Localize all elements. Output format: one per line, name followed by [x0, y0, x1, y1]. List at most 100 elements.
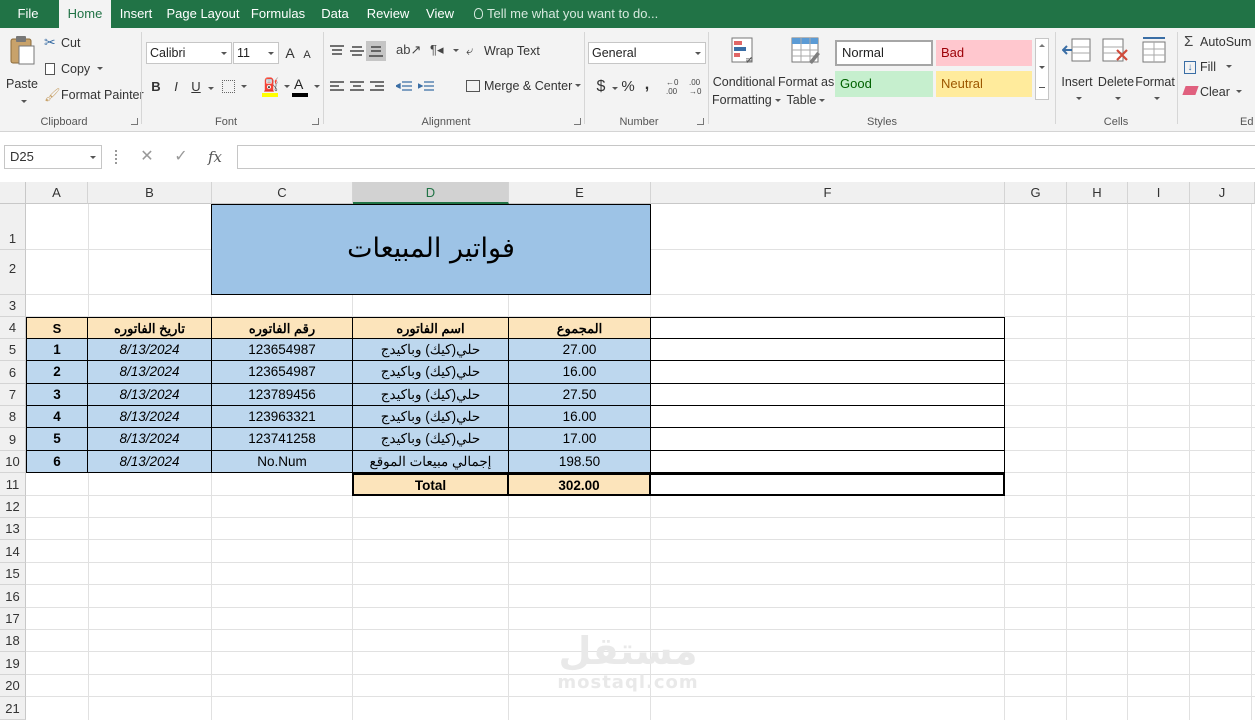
- tab-page-layout[interactable]: Page Layout: [163, 0, 243, 28]
- row-header-12[interactable]: 12: [0, 496, 26, 518]
- invoice-date-cell[interactable]: 8/13/2024: [88, 406, 212, 428]
- invoice-number-cell[interactable]: 123789456: [212, 384, 353, 406]
- invoice-total-cell[interactable]: 16.00: [509, 406, 651, 428]
- font-name-combo[interactable]: Calibri: [146, 42, 232, 64]
- align-middle-icon[interactable]: [350, 45, 364, 57]
- number-format-combo[interactable]: General: [588, 42, 706, 64]
- tab-data[interactable]: Data: [313, 0, 357, 28]
- fill-color-button[interactable]: ⛽: [262, 77, 290, 98]
- number-launcher-icon[interactable]: [697, 118, 704, 125]
- empty-cell-f[interactable]: [651, 361, 1005, 384]
- row-number-cell[interactable]: 1: [26, 339, 88, 361]
- autosum-button[interactable]: Σ AutoSum: [1183, 33, 1255, 52]
- grow-font-button[interactable]: A: [283, 42, 297, 64]
- invoice-number-cell[interactable]: 123963321: [212, 406, 353, 428]
- column-header-a[interactable]: A: [26, 182, 88, 204]
- row-header-7[interactable]: 7: [0, 384, 26, 406]
- style-good[interactable]: Good: [835, 71, 933, 97]
- format-painter-button[interactable]: 🖌 Format Painter: [44, 87, 144, 105]
- fill-button[interactable]: ↓ Fill: [1183, 59, 1243, 77]
- column-header-h[interactable]: H: [1067, 182, 1128, 204]
- align-left-icon[interactable]: [330, 81, 344, 93]
- invoice-name-cell[interactable]: حلي(كيك) وباكيدج: [353, 339, 509, 361]
- header-cell-name[interactable]: اسم الفاتوره: [353, 317, 509, 339]
- formula-input[interactable]: [237, 145, 1255, 169]
- column-header-f[interactable]: F: [651, 182, 1005, 204]
- align-right-icon[interactable]: [370, 81, 384, 93]
- header-cell-total[interactable]: المجموع: [509, 317, 651, 339]
- tab-formulas[interactable]: Formulas: [247, 0, 309, 28]
- cancel-entry-icon[interactable]: ✕: [136, 145, 158, 169]
- increase-indent-icon[interactable]: [418, 81, 434, 93]
- invoice-name-cell[interactable]: حلي(كيك) وباكيدج: [353, 406, 509, 428]
- row-header-11[interactable]: 11: [0, 473, 26, 496]
- total-value-cell[interactable]: 302.00: [507, 473, 651, 496]
- font-launcher-icon[interactable]: [312, 118, 319, 125]
- tab-home[interactable]: Home: [59, 0, 111, 29]
- row-header-21[interactable]: 21: [0, 697, 26, 720]
- tab-insert[interactable]: Insert: [113, 0, 159, 28]
- empty-cell-f[interactable]: [651, 339, 1005, 361]
- clear-button[interactable]: Clear: [1182, 84, 1249, 102]
- sheet-title-cell[interactable]: فواتير المبيعات: [211, 204, 651, 295]
- invoice-total-cell[interactable]: 16.00: [509, 361, 651, 384]
- column-header-i[interactable]: I: [1128, 182, 1190, 204]
- row-header-8[interactable]: 8: [0, 406, 26, 428]
- decrease-indent-icon[interactable]: [396, 81, 412, 93]
- invoice-name-cell[interactable]: حلي(كيك) وباكيدج: [353, 384, 509, 406]
- italic-button[interactable]: I: [168, 76, 184, 98]
- tab-view[interactable]: View: [419, 0, 461, 28]
- row-header-5[interactable]: 5: [0, 339, 26, 361]
- column-header-d[interactable]: D: [353, 182, 509, 204]
- copy-button[interactable]: Copy: [44, 61, 106, 79]
- shrink-font-button[interactable]: A: [301, 44, 313, 66]
- borders-button[interactable]: [222, 80, 248, 96]
- invoice-number-cell[interactable]: 123654987: [212, 361, 353, 384]
- column-header-g[interactable]: G: [1005, 182, 1067, 204]
- select-all-corner[interactable]: [0, 182, 26, 204]
- row-number-cell[interactable]: 2: [26, 361, 88, 384]
- align-top-icon[interactable]: [330, 45, 344, 57]
- invoice-number-cell[interactable]: 123741258: [212, 428, 353, 451]
- row-header-18[interactable]: 18: [0, 630, 26, 652]
- row-header-14[interactable]: 14: [0, 540, 26, 563]
- format-cells-button[interactable]: Format: [1135, 34, 1175, 114]
- alignment-launcher-icon[interactable]: [574, 118, 581, 125]
- invoice-total-cell[interactable]: 198.50: [509, 451, 651, 473]
- style-neutral[interactable]: Neutral: [936, 71, 1032, 97]
- row-number-cell[interactable]: 3: [26, 384, 88, 406]
- column-header-b[interactable]: B: [88, 182, 212, 204]
- conditional-formatting-button[interactable]: ≠ Conditional Formatting: [712, 34, 781, 114]
- invoice-total-cell[interactable]: 17.00: [509, 428, 651, 451]
- align-bottom-button[interactable]: [366, 41, 386, 61]
- insert-function-icon[interactable]: fx: [204, 145, 226, 169]
- align-center-icon[interactable]: [350, 81, 364, 93]
- decrease-decimal-icon[interactable]: .00 →0: [689, 78, 701, 96]
- invoice-total-cell[interactable]: 27.00: [509, 339, 651, 361]
- empty-cell-f[interactable]: [651, 451, 1005, 473]
- row-header-15[interactable]: 15: [0, 563, 26, 585]
- header-cell-date[interactable]: تاريخ الفاتوره: [88, 317, 212, 339]
- column-header-e[interactable]: E: [509, 182, 651, 204]
- style-normal[interactable]: Normal: [835, 40, 933, 66]
- bold-button[interactable]: B: [148, 76, 164, 98]
- rtl-direction-button[interactable]: ¶◂: [430, 42, 459, 60]
- insert-cells-button[interactable]: Insert: [1058, 34, 1096, 114]
- delete-cells-button[interactable]: Delete: [1097, 34, 1135, 114]
- invoice-date-cell[interactable]: 8/13/2024: [88, 384, 212, 406]
- empty-cell-f[interactable]: [651, 384, 1005, 406]
- style-bad[interactable]: Bad: [936, 40, 1032, 66]
- font-color-button[interactable]: A: [292, 76, 320, 98]
- row-number-cell[interactable]: 5: [26, 428, 88, 451]
- row-number-cell[interactable]: 6: [26, 451, 88, 473]
- merge-center-button[interactable]: Merge & Center: [466, 78, 584, 96]
- underline-dropdown-icon[interactable]: [208, 87, 214, 90]
- font-size-combo[interactable]: 11: [233, 42, 279, 64]
- cut-button[interactable]: ✂ Cut: [44, 34, 100, 53]
- tab-file[interactable]: File: [0, 0, 56, 28]
- invoice-name-cell[interactable]: حلي(كيك) وباكيدج: [353, 428, 509, 451]
- empty-cell-f[interactable]: [651, 406, 1005, 428]
- underline-button[interactable]: U: [188, 76, 204, 98]
- invoice-name-cell[interactable]: حلي(كيك) وباكيدج: [353, 361, 509, 384]
- styles-scroll[interactable]: [1035, 38, 1049, 100]
